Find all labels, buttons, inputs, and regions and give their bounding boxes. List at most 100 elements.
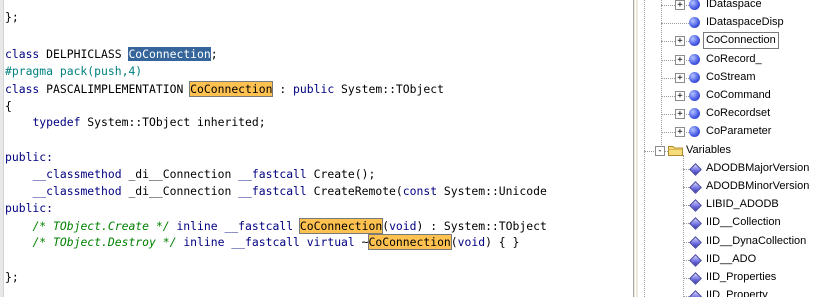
code-line[interactable]: __classmethod _di__Connection __fastcall…: [5, 166, 375, 183]
class-icon: [689, 17, 700, 29]
collapse-icon[interactable]: -: [655, 145, 665, 156]
tree-item[interactable]: LIBID_ADODB: [638, 196, 817, 214]
tree-folder-variables[interactable]: - Variables: [638, 142, 817, 160]
tree-item[interactable]: + CoRecord_: [638, 51, 817, 69]
expand-icon[interactable]: +: [675, 127, 685, 138]
tree-item-label[interactable]: CoRecord_: [704, 52, 764, 67]
expand-icon[interactable]: +: [675, 72, 685, 83]
expand-icon[interactable]: +: [675, 109, 685, 120]
tree-item-text: CoRecord_: [706, 52, 762, 65]
tree-item-text: IDataspaceDisp: [706, 16, 784, 29]
tree-item-label[interactable]: LIBID_ADODB: [704, 197, 781, 212]
code-token: DELPHICLASS: [39, 47, 129, 61]
tree-item-text: IID_Property_: [706, 289, 774, 297]
folder-icon: [668, 145, 683, 156]
class-icon: [689, 71, 700, 83]
code-line[interactable]: public:: [5, 149, 53, 166]
tree-item-text: IID__Collection: [706, 216, 781, 229]
tree-item-label[interactable]: CoCommand: [704, 88, 773, 103]
variable-icon: [689, 235, 702, 249]
tree-item[interactable]: ADODBMajorVersion: [638, 160, 817, 178]
tree-item-label[interactable]: CoStream: [704, 70, 758, 85]
variable-icon: [689, 181, 702, 194]
code-token: __fastcall: [238, 184, 307, 198]
tree-item[interactable]: + CoParameter: [638, 123, 817, 141]
tree-item[interactable]: + IDataspace: [638, 0, 817, 14]
code-line[interactable]: /* TObject.Destroy */ inline __fastcall …: [5, 234, 519, 251]
code-line[interactable]: };: [5, 9, 19, 26]
tree-item[interactable]: + CoStream: [638, 69, 817, 87]
variable-icon: [689, 272, 702, 285]
code-line[interactable]: class PASCALIMPLEMENTATION CoConnection …: [5, 81, 444, 98]
code-token: inline: [176, 219, 218, 233]
tree-item[interactable]: ADODBMinorVersion: [638, 178, 817, 196]
code-token: ;: [210, 47, 218, 61]
code-line[interactable]: public:: [5, 200, 53, 217]
tree-item-label[interactable]: IID__Collection: [704, 215, 783, 230]
code-token: System::Unicode: [437, 184, 547, 198]
tree-item-label[interactable]: IDataspace: [704, 0, 764, 12]
code-token: class: [5, 47, 40, 61]
tree-item[interactable]: IDataspaceDisp: [638, 14, 817, 32]
class-explorer-tree[interactable]: + IDataspace IDataspaceDisp + CoConnection + C…: [638, 0, 817, 297]
code-token: __fastcall: [238, 167, 307, 181]
code-token: CreateRemote(: [306, 184, 403, 198]
tree-item[interactable]: IID__Collection: [638, 214, 817, 232]
class-icon: [689, 126, 700, 138]
code-token: _di__Connection: [121, 184, 239, 198]
tree-item[interactable]: + CoCommand: [638, 87, 817, 105]
code-token: ) : System::TObject: [416, 219, 547, 233]
tree-item[interactable]: IID_Property_: [638, 287, 817, 297]
tree-item-label[interactable]: IDataspaceDisp: [704, 15, 786, 30]
code-token: };: [5, 10, 19, 24]
code-token: __classmethod: [32, 167, 122, 181]
code-line[interactable]: {: [5, 98, 12, 115]
code-token: typedef: [32, 115, 81, 129]
editor-gutter: [0, 0, 4, 297]
expand-icon[interactable]: +: [675, 36, 685, 47]
code-line[interactable]: __classmethod _di__Connection __fastcall…: [5, 183, 547, 200]
tree-item-label-selected[interactable]: CoConnection: [703, 32, 779, 50]
tree-item[interactable]: IID_Properties: [638, 269, 817, 287]
tree-item[interactable]: + CoRecordset: [638, 105, 817, 123]
code-editor[interactable]: }; class DELPHICLASS CoConnection; #pragma…: [0, 0, 633, 297]
code-token: ) { }: [485, 235, 520, 249]
code-line[interactable]: class DELPHICLASS CoConnection;: [5, 46, 218, 63]
code-line[interactable]: typedef System::TObject inherited;: [5, 114, 265, 131]
code-line[interactable]: };: [5, 269, 19, 286]
tree-item-label[interactable]: CoRecordset: [704, 106, 772, 121]
tree-item-label[interactable]: CoParameter: [704, 124, 773, 139]
code-token: inline: [183, 235, 225, 249]
tree-item-label[interactable]: Variables: [684, 143, 733, 158]
tree-item-label[interactable]: IID_Property_: [704, 288, 776, 297]
tree-item-label[interactable]: IID__DynaCollection: [704, 234, 808, 249]
tree-item[interactable]: + CoConnection: [638, 32, 817, 50]
code-line[interactable]: #pragma pack(push,4): [5, 63, 142, 80]
expand-icon[interactable]: +: [675, 91, 685, 101]
variable-icon: [689, 199, 702, 213]
variable-icon: [689, 217, 702, 231]
tree-item-label[interactable]: IID_Properties: [704, 270, 778, 285]
variable-icon: [689, 253, 702, 267]
code-token: PASCALIMPLEMENTATION: [39, 82, 191, 96]
tree-item-label[interactable]: IID__ADO: [704, 252, 758, 267]
code-token: };: [5, 270, 19, 284]
code-line[interactable]: /* TObject.Create */ inline __fastcall C…: [5, 218, 547, 235]
code-token: #pragma pack(push,4): [5, 64, 143, 78]
code-token: void: [457, 235, 486, 249]
tree-item[interactable]: IID__DynaCollection: [638, 233, 817, 251]
tree-item[interactable]: IID__ADO: [638, 251, 817, 269]
code-token: _di__Connection: [121, 167, 239, 181]
code-token: virtual: [306, 235, 355, 249]
tree-item-label[interactable]: ADODBMinorVersion: [704, 179, 811, 194]
tree-item-text: IID__ADO: [706, 252, 757, 265]
expand-icon[interactable]: +: [675, 0, 685, 10]
highlighted-token: CoConnection: [189, 81, 274, 97]
code-token: System::TObject: [334, 82, 444, 96]
highlighted-token: CoConnection: [298, 218, 384, 234]
tree-item-text: CoConnection: [706, 34, 776, 47]
tree-item-label[interactable]: ADODBMajorVersion: [704, 161, 811, 176]
code-token: /* TObject.Destroy */: [32, 235, 177, 249]
expand-icon[interactable]: +: [675, 54, 685, 65]
